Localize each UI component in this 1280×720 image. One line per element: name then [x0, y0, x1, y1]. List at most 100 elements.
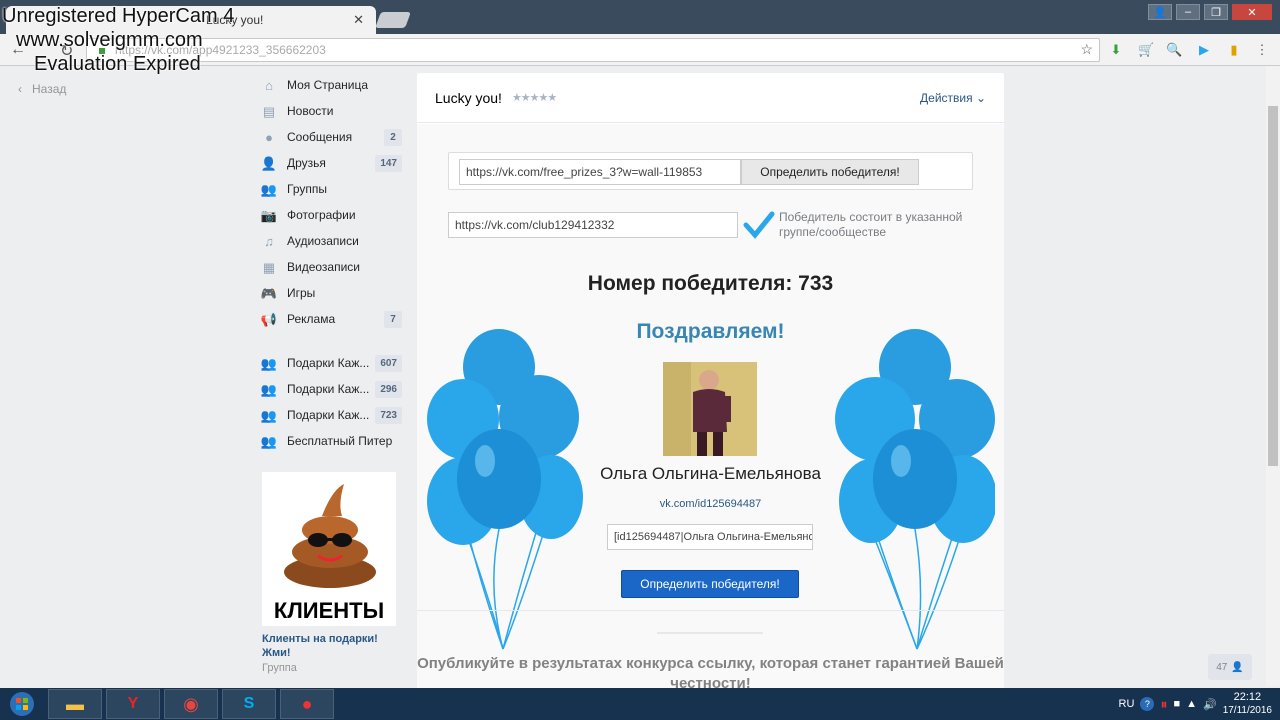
page-scrollbar[interactable]	[1266, 66, 1280, 686]
video-icon: ▦	[262, 260, 276, 275]
determine-winner-button-top[interactable]: Определить победителя!	[741, 159, 919, 185]
group-url-input[interactable]: https://vk.com/club129412332	[448, 212, 738, 238]
new-tab-button[interactable]	[375, 12, 411, 28]
window-controls: 👤 – ❐ ✕	[1148, 4, 1272, 20]
bookmark-star-icon[interactable]: ☆	[1080, 41, 1093, 58]
messages-count-badge: 2	[384, 128, 402, 146]
ad-title[interactable]: Клиенты на подарки! Жми!	[262, 632, 398, 660]
windows-taskbar: ▬ Y ◉ S ● RU ? ⏸ ■ ▲ 🔊 22:12 17/11/2016	[0, 688, 1280, 720]
taskbar-hypercam[interactable]: ●	[280, 689, 334, 719]
membership-note: Победитель состоит в указанной группе/со…	[779, 210, 963, 239]
stop-icon[interactable]: ■	[1173, 698, 1180, 710]
app-header: Lucky you! ★★★★★ Действия ⌄	[417, 73, 1004, 123]
chrome-icon: ◉	[183, 693, 199, 714]
sidebar-group-item[interactable]: 👥 Подарки Каж... 607	[260, 350, 402, 376]
system-tray: RU ? ⏸ ■ ▲ 🔊 22:12 17/11/2016	[1119, 691, 1280, 717]
taskbar-explorer[interactable]: ▬	[48, 689, 102, 719]
megaphone-icon: 📢	[260, 312, 278, 327]
app-title: Lucky you!	[435, 89, 502, 106]
checkmark-icon[interactable]	[743, 210, 775, 240]
sidebar-item-groups[interactable]: 👥 Группы	[260, 176, 402, 202]
friend-icon: 👤	[260, 156, 278, 171]
watermark-line1: Unregistered HyperCam 4	[2, 5, 235, 27]
actions-dropdown[interactable]: Действия ⌄	[920, 91, 986, 105]
taskbar-yandex[interactable]: Y	[106, 689, 160, 719]
user-icon[interactable]: 👤	[1148, 4, 1172, 20]
sidebar-item-games[interactable]: 🎮 Игры	[260, 280, 402, 306]
online-friends-badge[interactable]: 47 👤	[1208, 654, 1252, 680]
close-window-button[interactable]: ✕	[1232, 4, 1272, 20]
play-extension-icon[interactable]: ▶	[1196, 42, 1212, 58]
minimize-button[interactable]: –	[1176, 4, 1200, 20]
ads-count-badge: 7	[384, 310, 402, 328]
group-count-badge: 723	[375, 406, 402, 424]
sidebar-item-my-page[interactable]: ⌂ Моя Страница	[260, 72, 402, 98]
camera-icon: 📷	[260, 208, 278, 223]
rating-stars: ★★★★★	[511, 92, 557, 104]
download-extension-icon[interactable]: ⬇	[1108, 42, 1124, 58]
sidebar-ad[interactable]: КЛИЕНТЫ Клиенты на подарки! Жми! Группа	[262, 472, 398, 674]
divider	[417, 610, 1004, 611]
winner-avatar[interactable]	[663, 362, 757, 456]
volume-icon[interactable]: 🔊	[1203, 698, 1217, 711]
watermark-line3: Evaluation Expired	[34, 53, 201, 75]
clock-time: 22:12	[1233, 691, 1262, 703]
language-indicator[interactable]: RU	[1119, 698, 1135, 710]
group-count-badge: 607	[375, 354, 402, 372]
sidebar-item-messages[interactable]: ● Сообщения 2	[260, 124, 402, 150]
recording-pause-icon[interactable]: ⏸	[1160, 696, 1167, 713]
app-panel: Lucky you! ★★★★★ Действия ⌄ https://vk.c…	[417, 73, 1004, 693]
network-icon[interactable]: ▲	[1186, 698, 1197, 710]
winner-photo	[663, 362, 757, 456]
winner-number: Номер победителя: 733	[587, 272, 834, 295]
yandex-icon: Y	[127, 695, 139, 712]
skype-icon: S	[243, 695, 255, 712]
groups-icon: 👥	[260, 408, 278, 423]
folder-icon: ▬	[66, 693, 84, 714]
maximize-button[interactable]: ❐	[1204, 4, 1228, 20]
friends-count-badge: 147	[375, 154, 402, 172]
sidebar-item-photos[interactable]: 📷 Фотографии	[260, 202, 402, 228]
tab-close-icon[interactable]: ✕	[353, 12, 364, 28]
news-icon: ▤	[262, 104, 276, 119]
messages-icon: ●	[265, 130, 273, 145]
groups-icon: 👥	[260, 434, 278, 449]
ad-caption: КЛИЕНТЫ	[273, 598, 385, 623]
clock[interactable]: 22:12 17/11/2016	[1223, 691, 1272, 717]
sidebar-item-news[interactable]: ▤ Новости	[260, 98, 402, 124]
ad-image[interactable]: КЛИЕНТЫ	[262, 472, 396, 626]
post-url-row: https://vk.com/free_prizes_3?w=wall-1198…	[448, 152, 973, 190]
sidebar-item-video[interactable]: ▦ Видеозаписи	[260, 254, 402, 280]
cart-extension-icon[interactable]: 🛒	[1138, 42, 1154, 58]
chevron-left-icon: ‹	[18, 82, 22, 96]
sidebar-item-audio[interactable]: ♫ Аудиозаписи	[260, 228, 402, 254]
winner-profile-link[interactable]: vk.com/id125694487	[417, 498, 1004, 510]
clock-date: 17/11/2016	[1222, 705, 1272, 716]
watermark-line2: www.solveigmm.com	[16, 29, 203, 51]
determine-winner-button[interactable]: Определить победителя!	[621, 570, 799, 598]
menu-icon[interactable]: ⋮	[1254, 42, 1270, 58]
start-button[interactable]	[0, 688, 44, 720]
hypercam-watermark: Unregistered HyperCam 4 www.solveigmm.co…	[0, 4, 234, 76]
bookmark-extension-icon[interactable]: ▮	[1226, 42, 1242, 58]
windows-logo-icon	[10, 692, 34, 716]
taskbar-chrome[interactable]: ◉	[164, 689, 218, 719]
sidebar-item-ads[interactable]: 📢 Реклама 7	[260, 306, 402, 332]
groups-icon: 👥	[260, 182, 278, 197]
taskbar-skype[interactable]: S	[222, 689, 276, 719]
address-bar[interactable]: https://vk.com/app4921233_356662203 ☆	[86, 38, 1100, 62]
sidebar-group-item[interactable]: 👥 Подарки Каж... 723	[260, 402, 402, 428]
search-extension-icon[interactable]: 🔍	[1166, 42, 1182, 58]
record-icon: ●	[301, 693, 313, 714]
winner-mention-field[interactable]: [id125694487|Ольга Ольгина-Емельянова]	[607, 524, 813, 550]
sidebar-group-item[interactable]: 👥 Подарки Каж... 296	[260, 376, 402, 402]
scrollbar-thumb[interactable]	[1268, 106, 1278, 466]
back-link[interactable]: ‹ Назад	[18, 82, 66, 96]
help-icon[interactable]: ?	[1140, 697, 1155, 711]
sidebar-group-item[interactable]: 👥 Бесплатный Питер	[260, 428, 402, 454]
sidebar-item-friends[interactable]: 👤 Друзья 147	[260, 150, 402, 176]
home-icon: ⌂	[265, 78, 273, 93]
winner-name: Ольга Ольгина-Емельянова	[600, 464, 821, 483]
gamepad-icon: 🎮	[260, 286, 278, 301]
post-url-input[interactable]: https://vk.com/free_prizes_3?w=wall-1198…	[459, 159, 741, 185]
